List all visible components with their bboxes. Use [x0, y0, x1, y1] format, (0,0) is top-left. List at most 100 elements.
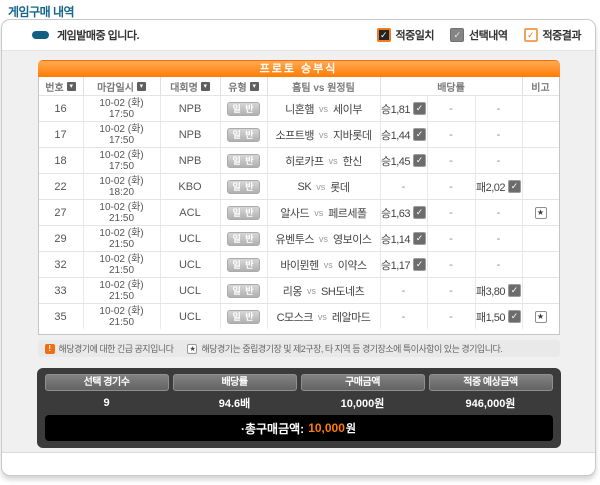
odds-value: - — [401, 180, 406, 193]
checked-icon: ✓ — [508, 180, 522, 193]
cell-type: 일 반 — [219, 148, 267, 173]
deadline-time: 17:50 — [108, 108, 135, 120]
cell-type: 일 반 — [219, 96, 267, 121]
type-badge: 일 반 — [227, 127, 260, 142]
deadline-time: 21:50 — [108, 212, 135, 224]
odds-value: - — [449, 154, 453, 167]
cell-league: NPB — [159, 122, 220, 147]
cell-odds-2: 패2,02 ✓ — [474, 174, 522, 199]
deadline-datetime: 10-02 (화) 17:50 — [99, 124, 143, 146]
cell-odds-0: 승1,45 ✓ — [379, 148, 427, 173]
column-header-4: 홈팀 vs 원정팀 — [266, 77, 380, 95]
home-team: 유벤투스 — [275, 233, 315, 246]
legend-label: 적중결과 — [542, 30, 582, 42]
column-header-1[interactable]: 마감일시 ▾ — [82, 77, 160, 95]
legend-item-selection: ✓ 선택내역 — [450, 27, 508, 43]
cell-odds-1: - — [426, 252, 475, 277]
column-header-3[interactable]: 유형 ▾ — [219, 77, 267, 95]
column-header-2[interactable]: 대회명 ▾ — [159, 77, 220, 95]
cell-number: 32 — [54, 258, 67, 271]
status-row: 게임발매중 입니다. ✓ 적중일치 ✓ 선택내역 ✓ 적중결과 — [2, 20, 595, 50]
column-header-label: 대회명 — [170, 82, 198, 94]
total-amount: 10,000 — [308, 421, 345, 435]
cell-odds-1: - — [426, 226, 475, 251]
away-team: 한신 — [342, 155, 363, 168]
deadline-datetime: 10-02 (화) 18:20 — [99, 176, 143, 198]
checkbox-hit-result[interactable]: ✓ — [523, 28, 538, 42]
cell-note: ★ — [521, 200, 559, 225]
notice-text-urgent: 해당경기에 대한 긴급 공지입니다 — [58, 344, 174, 354]
cell-odds-1: - — [426, 148, 475, 173]
cell-type: 일 반 — [219, 252, 267, 277]
cell-number: 17 — [54, 128, 67, 141]
deadline-date: 10-02 (화) — [99, 305, 144, 317]
cell-match: 알사드 vs 페르세폴 — [266, 200, 380, 225]
vs-label: vs — [328, 155, 338, 166]
summary-value-0: 9 — [103, 397, 110, 409]
cell-league: UCL — [159, 278, 220, 303]
cell-match: 소프트뱅 vs 지바롯데 — [266, 122, 380, 147]
deadline-time: 17:50 — [108, 160, 135, 172]
total-unit: 원 — [345, 423, 357, 435]
cell-type: 일 반 — [219, 226, 267, 251]
checkbox-selection[interactable]: ✓ — [450, 28, 465, 42]
total-label: ·총구매금액: — [240, 421, 305, 436]
cell-type: 일 반 — [219, 200, 267, 225]
cell-odds-0: - — [379, 278, 427, 303]
home-team: SK — [297, 180, 312, 193]
summary-value-1: 94.6배 — [218, 398, 251, 410]
deadline-date: 10-02 (화) — [99, 279, 144, 291]
vs-label: vs — [323, 259, 333, 270]
cell-number: 33 — [54, 284, 67, 297]
checked-icon: ✓ — [508, 310, 522, 323]
cell-odds-1: - — [426, 122, 475, 147]
cell-deadline: 10-02 (화) 21:50 — [82, 278, 160, 303]
away-team: 영보이스 — [333, 233, 372, 246]
odds-value: 승1,63 — [380, 207, 411, 220]
odds-value: 패3,80 — [475, 285, 506, 298]
cell-number: 27 — [54, 206, 67, 219]
cell-note — [521, 252, 559, 277]
sort-icon[interactable]: ▾ — [66, 81, 76, 91]
home-team: C모스크 — [276, 311, 314, 324]
cell-league: NPB — [159, 96, 220, 121]
total-purchase-bar: ·총구매금액: 10,000 원 — [44, 415, 553, 441]
deadline-datetime: 10-02 (화) 21:50 — [99, 202, 143, 224]
odds-value: - — [496, 258, 501, 271]
deadline-time: 21:50 — [108, 264, 135, 276]
cell-match: C모스크 vs 레알마드 — [266, 304, 380, 329]
cell-note: ★ — [521, 304, 559, 329]
home-team: 바이뮌헨 — [280, 259, 319, 272]
cell-odds-2: - — [474, 148, 522, 173]
cell-match: 유벤투스 vs 영보이스 — [266, 226, 380, 251]
summary-label-3: 적중 예상금액 — [428, 374, 553, 391]
odds-value: - — [401, 284, 406, 297]
cell-match: 바이뮌헨 vs 이약스 — [266, 252, 380, 277]
cell-number: 29 — [54, 232, 67, 245]
table-row: 17 10-02 (화) 17:50 NPB 일 반 소프트뱅 vs 지바롯데 승1,44 ✓ - - — [38, 121, 559, 147]
odds-value: - — [449, 258, 453, 271]
column-header-0[interactable]: 번호 ▾ — [39, 77, 83, 95]
table-row: 29 10-02 (화) 21:50 UCL 일 반 유벤투스 vs 영보이스 승1,14 ✓ - - — [38, 225, 559, 251]
table-row: 32 10-02 (화) 21:50 UCL 일 반 바이뮌헨 vs 이약스 승1,17 ✓ - - — [38, 251, 559, 277]
cell-odds-2: 패1,50 ✓ — [474, 304, 522, 329]
odds-value: - — [496, 206, 501, 219]
sort-icon[interactable]: ▾ — [249, 81, 259, 91]
table-header-row: 번호 ▾ 마감일시 ▾ 대회명 ▾ 유형 ▾ 홈팀 vs 원정팀 배당률 비고 — [39, 77, 559, 95]
purchase-history-panel: 게임발매중 입니다. ✓ 적중일치 ✓ 선택내역 ✓ 적중결과 프로토 승부식 … — [1, 19, 596, 476]
cell-league: UCL — [159, 252, 220, 277]
checkbox-hit-match[interactable]: ✓ — [376, 28, 391, 42]
odds-value: - — [449, 180, 453, 193]
cell-deadline: 10-02 (화) 21:50 — [82, 304, 160, 329]
deadline-datetime: 10-02 (화) 21:50 — [99, 306, 143, 328]
odds-value: 패2,02 — [475, 181, 506, 194]
cell-odds-1: - — [426, 174, 475, 199]
vs-label: vs — [319, 233, 328, 244]
page-title: 게임구매 내역 — [8, 5, 75, 19]
vs-label: vs — [307, 285, 317, 296]
legend-label: 적중일치 — [395, 30, 435, 42]
sort-icon[interactable]: ▾ — [136, 81, 146, 91]
cell-note — [521, 148, 559, 173]
sort-icon[interactable]: ▾ — [200, 81, 210, 91]
cell-odds-0: - — [379, 304, 427, 329]
